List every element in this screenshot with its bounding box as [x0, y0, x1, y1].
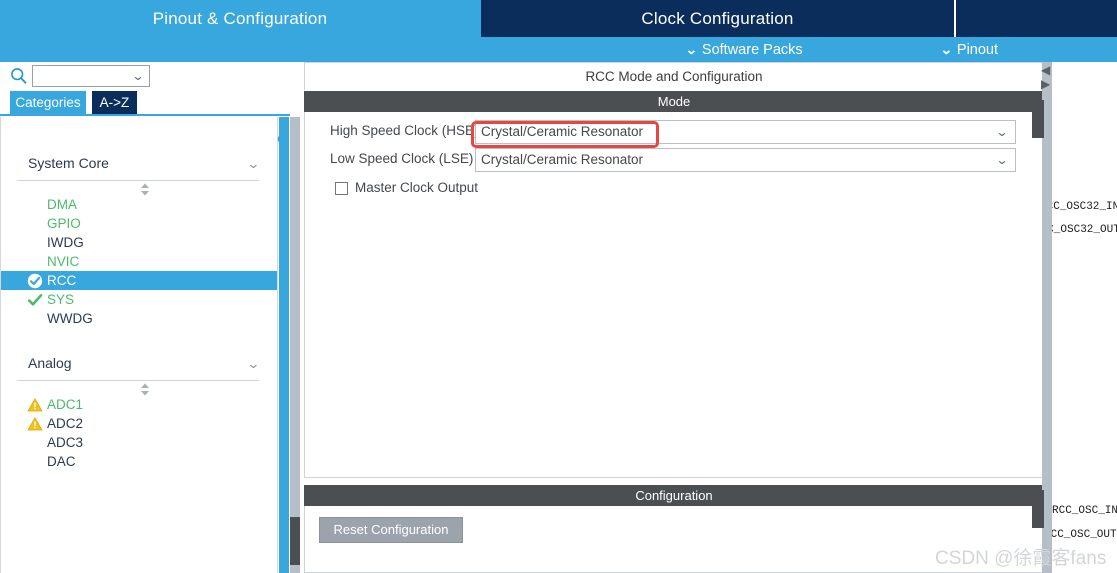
sub-menu-bar: ⌄ Software Packs ⌄ Pinout	[0, 37, 1117, 62]
field-label-hse: High Speed Clock (HSE)	[330, 123, 479, 138]
divider	[17, 380, 259, 381]
field-row: Low Speed Clock (LSE) Crystal/Ceramic Re…	[305, 148, 1043, 172]
sidebar-group-header[interactable]: System Core ⌄	[1, 147, 277, 183]
chevron-down-icon[interactable]: ⌄	[131, 69, 144, 83]
page-title: RCC Mode and Configuration	[304, 62, 1044, 90]
sidebar-item-list: DMA GPIO IWDG NVIC RCC SYS WWDG	[1, 195, 277, 328]
reset-configuration-button[interactable]: Reset Configuration	[319, 517, 463, 543]
sidebar-item-adc1[interactable]: ADC1	[1, 395, 277, 414]
field-label-lse: Low Speed Clock (LSE)	[330, 151, 474, 166]
warning-triangle-icon	[27, 416, 43, 432]
tab-a-to-z[interactable]: A->Z	[92, 91, 137, 114]
check-circle-white-icon	[27, 273, 43, 289]
chevron-down-icon[interactable]: ⌄	[995, 125, 1008, 139]
chevron-down-icon: ⌄	[940, 42, 953, 57]
main-panel: RCC Mode and Configuration Mode High Spe…	[302, 62, 1046, 573]
lse-mode-value: Crystal/Ceramic Resonator	[481, 152, 644, 167]
menu-pinout-label: Pinout	[956, 42, 999, 58]
sidebar-item-label: RCC	[47, 273, 77, 288]
menu-software-packs-label: Software Packs	[701, 42, 803, 58]
search-icon	[10, 67, 28, 85]
splitter-handle-bottom[interactable]	[1032, 490, 1044, 528]
configuration-section-header: Configuration	[304, 485, 1044, 506]
sidebar-item-iwdg[interactable]: IWDG	[1, 233, 277, 252]
hse-mode-combo[interactable]: Crystal/Ceramic Resonator ⌄	[475, 120, 1016, 144]
divider	[17, 180, 259, 181]
stm32cubemx-window: Pinout & Configuration Clock Configurati…	[0, 0, 1117, 573]
sidebar-item-label: ADC3	[47, 435, 84, 450]
menu-software-packs[interactable]: ⌄ Software Packs	[685, 37, 803, 62]
chevron-down-icon[interactable]: ⌄	[995, 153, 1008, 167]
hse-mode-value: Crystal/Ceramic Resonator	[481, 124, 644, 139]
sidebar-item-label: NVIC	[47, 254, 80, 269]
sidebar-item-gpio[interactable]: GPIO	[1, 214, 277, 233]
sidebar-group-title: Analog	[28, 355, 72, 371]
configuration-section-body: Reset Configuration	[304, 506, 1044, 573]
sidebar-item-label: GPIO	[47, 216, 81, 231]
triangle-right-icon[interactable]: ▶	[1041, 78, 1051, 90]
sidebar-view-tabs: Categories A->Z	[0, 91, 300, 114]
pin-label: RCC_OSC_IN	[1052, 505, 1117, 517]
sidebar-search-row: ⌄	[0, 62, 300, 90]
sidebar-group-analog: Analog ⌄ ADC1 ADC2 ADC3 DAC	[1, 347, 277, 572]
top-tab-bar: Pinout & Configuration Clock Configurati…	[0, 0, 1117, 62]
splitter-handle-top[interactable]	[1032, 100, 1044, 138]
tab-extra-area[interactable]	[956, 0, 1117, 37]
sidebar-item-sys[interactable]: SYS	[1, 290, 277, 309]
sidebar-item-label: ADC1	[47, 397, 84, 412]
master-clock-output-checkbox[interactable]	[335, 182, 348, 195]
menu-pinout[interactable]: ⌄ Pinout	[940, 37, 999, 62]
sidebar-item-wwdg[interactable]: WWDG	[1, 309, 277, 328]
sidebar-item-list: ADC1 ADC2 ADC3 DAC	[1, 395, 277, 471]
sidebar-group-system-core: System Core ⌄ DMA GPIO IWDG NVIC RCC SYS WWDG	[1, 147, 277, 347]
sidebar: ⌄ Categories A->Z System Core ⌄ DMA GPIO IWD…	[0, 62, 300, 573]
chip-view-pane: RCC_OSC32_IN RCC_OSC32_OUT RCC_OSC_IN RCC_O…	[1052, 62, 1117, 573]
sidebar-item-adc2[interactable]: ADC2	[1, 414, 277, 433]
sidebar-group-header[interactable]: Analog ⌄	[1, 347, 277, 383]
sidebar-item-nvic[interactable]: NVIC	[1, 252, 277, 271]
chevron-down-icon: ⌄	[685, 42, 698, 57]
sidebar-group-title: System Core	[28, 155, 109, 171]
sidebar-scrollbar-thumb[interactable]	[290, 517, 300, 565]
sidebar-item-rcc[interactable]: RCC	[1, 271, 277, 290]
sidebar-item-label: DMA	[47, 197, 77, 212]
pin-label: RCC_OSC32_OUT	[1052, 224, 1117, 236]
master-clock-output-label: Master Clock Output	[355, 180, 479, 195]
sidebar-tab-underline	[0, 114, 290, 116]
sidebar-scrollbar-track[interactable]	[290, 117, 300, 573]
sidebar-item-label: WWDG	[47, 311, 93, 326]
sidebar-item-label: SYS	[47, 292, 75, 307]
pin-label: RCC_OSC_OUT	[1052, 529, 1117, 541]
sidebar-item-dac[interactable]: DAC	[1, 452, 277, 471]
pin-label: RCC_OSC32_IN	[1052, 201, 1117, 213]
sidebar-item-adc3[interactable]: ADC3	[1, 433, 277, 452]
lse-mode-combo[interactable]: Crystal/Ceramic Resonator ⌄	[475, 148, 1016, 172]
tab-clock-configuration[interactable]: Clock Configuration	[481, 0, 954, 37]
tab-categories[interactable]: Categories	[10, 91, 86, 114]
field-row: High Speed Clock (HSE) Crystal/Ceramic R…	[305, 120, 1043, 144]
warning-triangle-icon	[27, 397, 43, 413]
sidebar-item-label: ADC2	[47, 416, 84, 431]
sidebar-scrollbar-accent	[279, 117, 289, 573]
sidebar-item-label: DAC	[47, 454, 76, 469]
check-green-icon	[27, 292, 43, 308]
tab-pinout-and-configuration[interactable]: Pinout & Configuration	[0, 0, 480, 37]
triangle-left-icon[interactable]: ◀	[1041, 64, 1051, 76]
sidebar-peripheral-tree: System Core ⌄ DMA GPIO IWDG NVIC RCC SYS WWDG Ana…	[0, 117, 278, 573]
sidebar-item-dma[interactable]: DMA	[1, 195, 277, 214]
search-combo[interactable]: ⌄	[32, 65, 150, 87]
watermark: CSDN @徐霞客fans	[935, 548, 1107, 569]
chevron-down-icon[interactable]: ⌄	[247, 156, 261, 172]
chevron-down-icon[interactable]: ⌄	[247, 356, 261, 372]
mode-section-header: Mode	[304, 91, 1044, 112]
mode-section-body: High Speed Clock (HSE) Crystal/Ceramic R…	[304, 112, 1044, 478]
sidebar-item-label: IWDG	[47, 235, 84, 250]
search-input[interactable]	[36, 67, 130, 87]
